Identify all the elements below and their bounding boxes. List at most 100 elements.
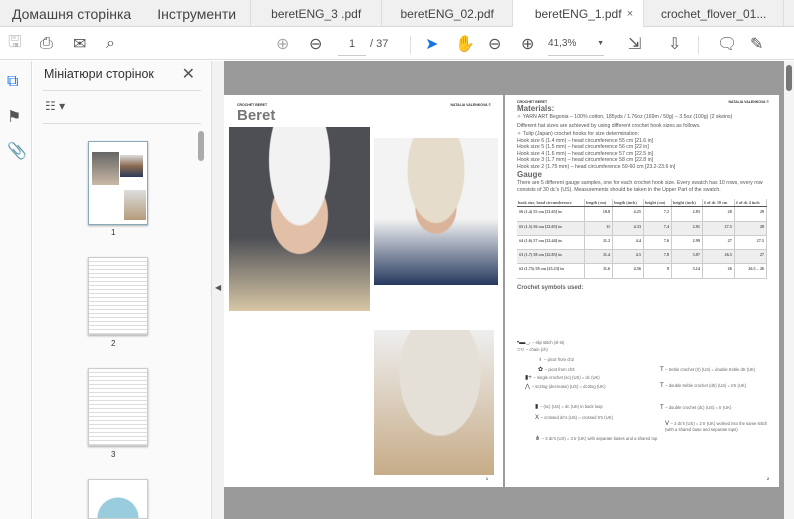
symbol-description: – 3 dc's (US) = 3 tr (UK) with separate … [541,436,658,441]
page-number: 2 [767,477,769,481]
page-thumbnail[interactable] [88,141,148,225]
table-cell: 2.83 [671,206,703,222]
table-cell: 3.07 [671,249,703,265]
crochet-symbol-item: ⋔ – 3 dc's (US) = 3 tr (UK) with separat… [535,435,657,442]
zoom-select[interactable]: 41,3% ▼ [548,32,604,56]
thumbnail-label: 1 [111,228,116,237]
crochet-symbol-item: T – double crochet (dc) (US) = tr (UK) [660,405,731,411]
page-thumbnail[interactable] [88,479,148,519]
table-cell: 11 [584,221,614,236]
table-cell: 27.5 [702,221,735,236]
symbol-description: – picot from ch3 [544,367,575,372]
bookmark-icon[interactable]: ⚑ [7,107,21,127]
table-row: #4 (1.6) 57 cm [22.44] in 11.2 4.4 7.6 2.99 2… [517,235,768,251]
materials-line: ✧ YARN ART Begonia – 100% cotton, 185yds… [517,114,733,120]
table-cell: 4.4 [612,235,644,251]
table-cell: 11.4 [584,249,614,265]
zoom-out-icon[interactable]: ⊖ [488,32,501,56]
table-cell: 7.8 [643,249,673,265]
crochet-symbol-item: ⋀ – sc2tog (decrease) (US) = dc2tog (UK) [525,383,606,390]
table-cell: 11.2 [584,235,614,251]
thumbnail-options-icon[interactable]: ☷ ▾ [45,99,65,113]
tab-tools[interactable]: Інструменти [143,0,252,27]
print-icon[interactable]: ⎙ [40,32,53,56]
table-header: height (cm) [643,199,673,208]
page-thumbnail[interactable] [88,368,148,446]
tab-document-active[interactable]: beretENG_1.pdf × [513,0,645,28]
table-cell: 28 [734,221,768,236]
tab-document[interactable]: beretENG_02.pdf [382,0,514,27]
page-thumbnail[interactable] [88,257,148,335]
collapse-arrow-icon[interactable]: ◀ [215,283,221,292]
symbol-description: – (sc) (US) = dc (UK) in back loop [539,404,603,409]
previous-page-icon[interactable]: ⊕ [276,32,289,56]
hand-tool-icon[interactable]: ✋ [455,32,475,56]
table-cell: 3.14 [671,263,703,279]
crochet-symbol-item: ○○ – chain (ch) [517,347,548,353]
table-row: #2 (1.75) 59 cm [23.23] in 11.6 4.56 8 3.14 2… [517,263,768,279]
tab-document[interactable]: crochet_flover_01... [644,0,785,27]
table-cell: 4.5 [612,249,644,265]
crochet-symbol-item: •▬◡ – slip stitch (sl-st) [517,339,564,346]
email-icon[interactable]: ✉ [73,32,86,56]
table-header: length (cm) [584,199,614,208]
table-cell: #6 (1.4) 55 cm [21.65] in [517,206,585,222]
table-cell: 29 [734,206,768,222]
table-cell: 27 [702,235,735,251]
select-tool-icon[interactable]: ➤ [425,32,438,56]
tab-home[interactable]: Домашня сторінка [0,0,143,27]
materials-line: Different hat sizes are achieved by usin… [517,122,701,129]
table-cell: #4 (1.6) 57 cm [22.44] in [517,235,585,251]
page-text: Materials: ✧ YARN ART Begonia – 100% cot… [517,104,772,292]
document-scrollbar[interactable] [784,61,794,519]
search-icon[interactable]: ⌕ [106,32,115,56]
crochet-symbol-item: ▮+ – single crochet (sc) (US) = dc (UK) [525,374,600,381]
panel-title: Мініатюри сторінок [44,67,154,81]
symbol-description: – double crochet (dc) (US) = tr (UK) [665,405,732,410]
table-cell: 28 [702,206,735,222]
table-header: length (inch) [612,199,644,208]
table-cell: 10.8 [584,206,614,222]
photo-beret-model [229,127,370,311]
table-cell: 4.25 [612,206,644,222]
pen-icon[interactable]: ✎ [750,32,763,56]
panel-scrollbar[interactable] [198,131,204,161]
table-cell: 7.2 [643,206,673,222]
comment-icon[interactable]: 🗨 [717,32,737,56]
tab-label: beretENG_3 .pdf [271,6,362,21]
table-header: # of dc 4 inch [734,199,768,208]
scroll-mode-icon[interactable]: ⇩ [668,32,681,56]
tab-document[interactable]: beretENG_3 .pdf [251,0,383,27]
page-title: Beret [237,107,276,124]
save-icon[interactable]: 🖫 [8,32,22,56]
attachment-icon[interactable]: 📎 [7,141,27,161]
next-page-icon[interactable]: ⊖ [309,32,322,56]
page-number-input[interactable]: 1 [338,32,366,56]
table-cell: 7.6 [643,235,673,251]
crochet-symbol-icon: •▬◡ [517,340,533,346]
thumbnail-label: 3 [111,450,116,459]
table-cell: #2 (1.75) 59 cm [23.23] in [517,263,585,279]
close-icon[interactable]: ✕ [182,64,195,84]
page-number: 1 [486,477,488,481]
gauge-text: There are 5 different gauge samples, one… [517,180,763,193]
crochet-symbol-item: T – treble crochet (tr) (US) = double tr… [660,367,755,373]
symbol-description: – single crochet (sc) (US) = dc (UK) [533,375,600,380]
table-row: #3 (1.7) 58 cm [22.83] in 11.4 4.5 7.8 3.07 2… [517,249,768,265]
fit-page-icon[interactable]: ⇲ [628,32,641,56]
table-row: #6 (1.4) 55 cm [21.65] in 10.8 4.25 7.2 2.83… [517,206,768,222]
table-cell: 7.4 [643,221,673,236]
crochet-symbol-item: T – double treble crochet (dtr) (US) = t… [660,383,746,389]
crochet-symbol-icon: ✿ [538,367,545,373]
table-cell: 27 [734,249,768,265]
page-thumbnails-icon[interactable]: ⧉ [7,73,18,91]
table-header: hook size, head circumference [517,199,585,208]
crochet-symbol-icon: ○○ [517,347,526,353]
table-cell: 4.56 [612,263,644,279]
tab-label: beretENG_02.pdf [400,6,494,21]
symbol-description: – sc2tog (decrease) (US) = dc2tog (UK) [531,384,606,389]
panel-splitter[interactable]: ◀ [211,61,224,519]
zoom-in-icon[interactable]: ⊕ [521,32,534,56]
tab-close-icon[interactable]: × [627,8,633,20]
pdf-page-1: CROCHET BERET NATALIA VALENKOVA © Beret … [224,95,503,487]
